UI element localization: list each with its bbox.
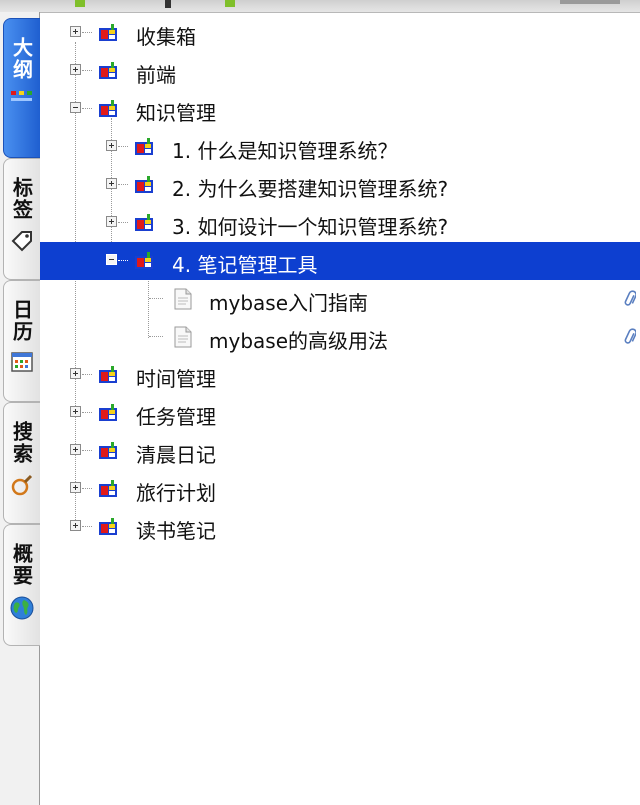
document-icon — [173, 288, 193, 310]
paperclip-icon[interactable] — [624, 328, 637, 346]
tab-search-label: 搜索 — [9, 421, 34, 465]
tree-item-mybase-advanced[interactable]: mybase的高级用法 — [40, 318, 640, 356]
folder-node-icon — [98, 366, 118, 384]
folder-node-icon — [98, 100, 118, 118]
folder-node-icon — [134, 252, 154, 270]
expand-toggle-icon[interactable] — [70, 406, 81, 417]
tree-connector — [82, 32, 92, 33]
tree-item-time-management[interactable]: 时间管理 — [40, 356, 640, 394]
tree-item-label: mybase的高级用法 — [209, 329, 388, 353]
tree-item-label: 2. 为什么要搭建知识管理系统? — [172, 177, 449, 201]
tree-item-label: 清晨日记 — [136, 443, 216, 467]
folder-node-icon — [134, 138, 154, 156]
tree-connector — [149, 336, 163, 337]
tab-outline[interactable]: 大纲 — [3, 18, 40, 158]
tree-item-label: 读书笔记 — [136, 519, 216, 543]
globe-icon — [9, 595, 35, 625]
folder-node-icon — [98, 62, 118, 80]
tab-calendar-label: 日历 — [9, 299, 34, 343]
tab-tags[interactable]: 标签 — [3, 158, 40, 280]
tree-connector — [82, 374, 92, 375]
expand-toggle-icon[interactable] — [106, 216, 117, 227]
collapse-toggle-icon[interactable] — [106, 254, 117, 265]
tree-item-frontend[interactable]: 前端 — [40, 52, 640, 90]
tab-overview-label: 概要 — [9, 543, 34, 587]
tree-item-label: mybase入门指南 — [209, 291, 368, 315]
expand-toggle-icon[interactable] — [70, 520, 81, 531]
tree-connector — [118, 222, 128, 223]
tree-item-label: 任务管理 — [136, 405, 216, 429]
tree-connector — [149, 298, 163, 299]
tree-connector — [82, 526, 92, 527]
expand-toggle-icon[interactable] — [106, 140, 117, 151]
folder-node-icon — [134, 176, 154, 194]
tree-item-label: 1. 什么是知识管理系统？ — [172, 139, 398, 163]
side-tab-bar: 大纲 标签 日历 搜索 概要 — [0, 12, 40, 805]
tree-item-note-tools[interactable]: 4. 笔记管理工具 — [40, 242, 640, 280]
expand-toggle-icon[interactable] — [106, 178, 117, 189]
collapse-toggle-icon[interactable] — [70, 102, 81, 113]
tree-item-task-management[interactable]: 任务管理 — [40, 394, 640, 432]
tree-item-how-design-km[interactable]: 3. 如何设计一个知识管理系统? — [40, 204, 640, 242]
folder-node-icon — [98, 404, 118, 422]
calendar-icon — [11, 351, 33, 377]
tree-item-label: 时间管理 — [136, 367, 216, 391]
tree-item-knowledge-management[interactable]: 知识管理 — [40, 90, 640, 128]
tree-item-inbox[interactable]: 收集箱 — [40, 14, 640, 52]
outline-tree: 收集箱 前端 知识管理 1. 什么是知识管理系统？ 2. 为什么要搭建知识管理系… — [40, 12, 640, 805]
tree-item-label: 3. 如何设计一个知识管理系统? — [172, 215, 449, 239]
tree-connector — [82, 70, 92, 71]
search-icon — [10, 473, 34, 501]
tree-connector — [118, 184, 128, 185]
tab-search[interactable]: 搜索 — [3, 402, 40, 524]
expand-toggle-icon[interactable] — [70, 26, 81, 37]
outline-icon — [10, 89, 34, 109]
folder-node-icon — [98, 518, 118, 536]
tree-item-label: 旅行计划 — [136, 481, 216, 505]
tree-connector — [82, 108, 92, 109]
toolbar-fragment — [225, 0, 235, 7]
tab-calendar[interactable]: 日历 — [3, 280, 40, 402]
tree-item-what-is-km[interactable]: 1. 什么是知识管理系统？ — [40, 128, 640, 166]
toolbar-fragment — [165, 0, 171, 8]
folder-node-icon — [98, 442, 118, 460]
document-icon — [173, 326, 193, 348]
tree-connector — [82, 488, 92, 489]
paperclip-icon[interactable] — [624, 290, 637, 308]
tree-item-label: 4. 笔记管理工具 — [172, 253, 318, 277]
tree-item-reading-notes[interactable]: 读书笔记 — [40, 508, 640, 546]
tree-item-label: 收集箱 — [136, 25, 196, 49]
tree-item-why-km[interactable]: 2. 为什么要搭建知识管理系统? — [40, 166, 640, 204]
tree-connector — [82, 450, 92, 451]
folder-node-icon — [98, 480, 118, 498]
tree-connector — [118, 260, 128, 261]
expand-toggle-icon[interactable] — [70, 444, 81, 455]
toolbar-fragment — [560, 0, 620, 4]
tree-item-label: 知识管理 — [136, 101, 216, 125]
expand-toggle-icon[interactable] — [70, 64, 81, 75]
tree-connector — [82, 412, 92, 413]
folder-node-icon — [134, 214, 154, 232]
tab-tags-label: 标签 — [9, 177, 34, 221]
tag-icon — [10, 229, 34, 257]
folder-node-icon — [98, 24, 118, 42]
expand-toggle-icon[interactable] — [70, 368, 81, 379]
expand-toggle-icon[interactable] — [70, 482, 81, 493]
tree-item-label: 前端 — [136, 63, 176, 87]
tab-overview[interactable]: 概要 — [3, 524, 40, 646]
toolbar-fragment — [75, 0, 85, 7]
tree-item-travel-plan[interactable]: 旅行计划 — [40, 470, 640, 508]
tab-outline-label: 大纲 — [9, 37, 34, 81]
tree-connector — [118, 146, 128, 147]
tree-item-morning-diary[interactable]: 清晨日记 — [40, 432, 640, 470]
tree-item-mybase-guide[interactable]: mybase入门指南 — [40, 280, 640, 318]
